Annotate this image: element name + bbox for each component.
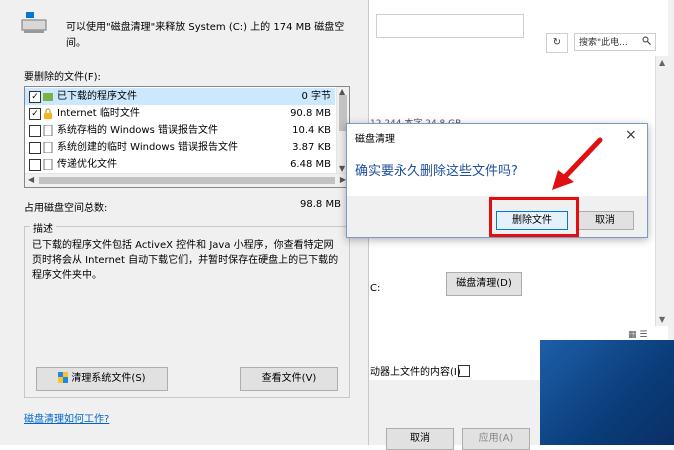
close-icon: ×: [625, 127, 637, 143]
document-icon: [43, 124, 53, 137]
total-value: 98.8 MB: [300, 199, 341, 210]
file-list[interactable]: ✓ 已下载的程序文件 0 字节 ✓ Internet 临时文件 90.8 MB …: [24, 86, 350, 188]
file-name: 传递优化文件: [57, 159, 117, 170]
checkbox[interactable]: ✓: [29, 108, 41, 120]
list-horizontal-scrollbar[interactable]: ◀ ▶: [25, 173, 349, 187]
checkbox[interactable]: [29, 125, 41, 137]
scroll-down-icon[interactable]: ▼: [659, 315, 665, 324]
scroll-thumb[interactable]: [39, 177, 335, 184]
total-label: 占用磁盘空间总数:: [24, 203, 108, 214]
search-icon: [642, 34, 651, 52]
bg-disk-cleanup-button[interactable]: 磁盘清理(D): [446, 272, 522, 296]
view-files-button[interactable]: 查看文件(V): [240, 367, 338, 391]
document-icon: [43, 158, 53, 171]
bg-cancel-button[interactable]: 取消: [386, 428, 454, 450]
scroll-down-icon[interactable]: ▼: [339, 164, 345, 173]
disk-cleanup-dialog: 可以使用"磁盘清理"来释放 System (C:) 上的 174 MB 磁盘空间…: [0, 0, 369, 445]
description-label: 描述: [30, 220, 56, 235]
view-toggle-icons[interactable]: ▦ ☰: [628, 330, 647, 340]
file-name: Internet 临时文件: [57, 108, 140, 119]
annotation-highlight-box: [489, 197, 579, 237]
scroll-up-icon[interactable]: ▲: [659, 58, 665, 67]
search-box[interactable]: 搜索"此电...: [574, 33, 656, 51]
drive-icon: [20, 12, 48, 34]
refresh-icon: ↻: [552, 37, 562, 48]
shield-icon: [58, 370, 69, 383]
file-size: 3.87 KB: [292, 142, 331, 153]
bg-content-label: 动器上文件的内容(I): [370, 367, 461, 378]
file-size: 6.48 MB: [290, 159, 331, 170]
drive-c-label: C:: [370, 283, 381, 294]
checkbox[interactable]: [29, 159, 41, 171]
list-item[interactable]: ✓ 已下载的程序文件 0 字节: [25, 88, 335, 105]
file-size: 0 字节: [301, 91, 331, 102]
checkbox[interactable]: [29, 142, 41, 154]
annotation-arrow-icon: [548, 136, 608, 196]
list-item[interactable]: ✓ Internet 临时文件 90.8 MB: [25, 105, 335, 122]
list-item[interactable]: 系统存档的 Windows 错误报告文件 10.4 KB: [25, 122, 335, 139]
bg-scrollbar[interactable]: ▲ ▼: [655, 56, 669, 326]
description-text: 已下载的程序文件包括 ActiveX 控件和 Java 小程序，你查看特定网页时…: [32, 240, 339, 281]
clean-system-files-label: 清理系统文件(S): [71, 373, 146, 384]
file-size: 10.4 KB: [292, 125, 331, 136]
scroll-left-icon[interactable]: ◀: [28, 175, 34, 184]
checkbox[interactable]: ✓: [29, 91, 41, 103]
files-to-delete-label: 要删除的文件(F):: [24, 72, 101, 83]
confirm-question: 确实要永久删除这些文件吗?: [355, 164, 518, 179]
file-name: 系统创建的临时 Windows 错误报告文件: [57, 142, 238, 153]
document-icon: [43, 141, 53, 154]
clean-system-files-button[interactable]: 清理系统文件(S): [36, 367, 168, 391]
folder-icon: [43, 91, 53, 102]
how-it-works-link[interactable]: 磁盘清理如何工作?: [24, 410, 109, 425]
bg-address-bar[interactable]: [376, 14, 524, 38]
file-name: 已下载的程序文件: [57, 91, 137, 102]
file-name: 系统存档的 Windows 错误报告文件: [57, 125, 218, 136]
bg-apply-button[interactable]: 应用(A): [462, 428, 530, 450]
search-placeholder: 搜索"此电...: [579, 38, 628, 48]
lock-icon: [43, 108, 53, 119]
confirm-cancel-button[interactable]: 取消: [576, 211, 634, 230]
intro-text: 可以使用"磁盘清理"来释放 System (C:) 上的 174 MB 磁盘空间…: [66, 22, 345, 49]
list-item[interactable]: 系统创建的临时 Windows 错误报告文件 3.87 KB: [25, 139, 335, 156]
list-item[interactable]: 传递优化文件 6.48 MB: [25, 156, 335, 173]
file-size: 90.8 MB: [290, 108, 331, 119]
close-button[interactable]: ×: [625, 127, 637, 143]
confirm-dialog-title: 磁盘清理: [355, 134, 395, 145]
desktop-background: [540, 340, 674, 445]
refresh-button[interactable]: ↻: [546, 33, 568, 53]
